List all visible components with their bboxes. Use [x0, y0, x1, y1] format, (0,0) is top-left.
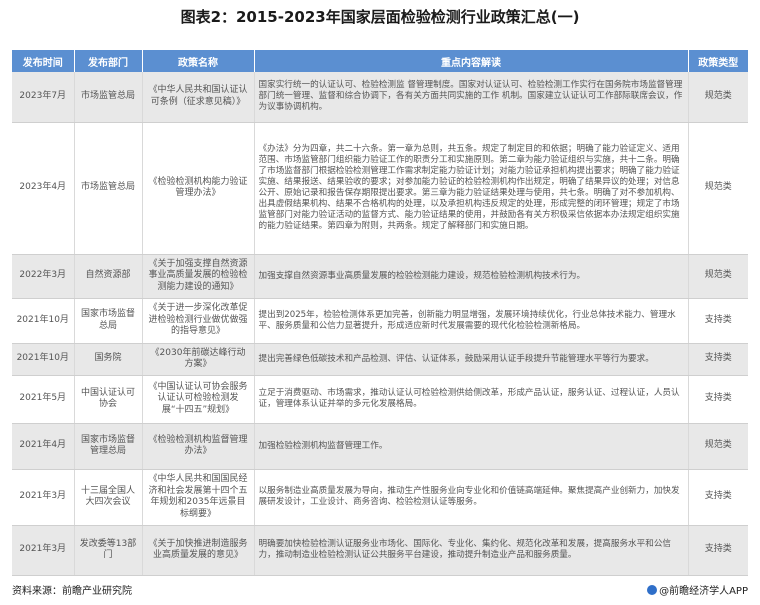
- column-header-content: 重点内容解读: [254, 50, 689, 72]
- table-row: 2023年4月 市场监管总局 《检验检测机构能力验证管理办法》 《办法》分为四章…: [12, 122, 748, 255]
- cell-date: 2021年10月: [12, 343, 75, 376]
- cell-type: 支持类: [688, 343, 748, 376]
- cell-date: 2023年4月: [12, 122, 75, 255]
- cell-dept: 十三届全国人大四次会议: [74, 469, 143, 526]
- cell-content: 以服务制造业高质量发展为导向，推动生产性服务业向专业化和价值链高端延伸。聚焦提高…: [254, 469, 689, 526]
- policy-table: 发布时间 发布部门 政策名称 重点内容解读 政策类型 2023年7月 市场监管总…: [12, 50, 748, 576]
- cell-content: 提出到2025年，检验检测体系更加完善，创新能力明显增强，发展环境持续优化，行业…: [254, 298, 689, 344]
- cell-content: 加强支撑自然资源事业高质量发展的检验检测能力建设，规范检验检测机构技术行为。: [254, 254, 689, 299]
- cell-dept: 自然资源部: [74, 254, 143, 299]
- cell-type: 规范类: [688, 122, 748, 255]
- cell-dept: 市场监管总局: [74, 72, 143, 123]
- cell-date: 2022年3月: [12, 254, 75, 299]
- cell-type: 支持类: [688, 525, 748, 576]
- cell-content: 明确要加快检验检测认证服务业市场化、国际化、专业化、集约化、规范化改革和发展，提…: [254, 525, 689, 576]
- cell-policy-name: 《中华人民共和国国民经济和社会发展第十四个五年规划和2035年远景目标纲要》: [142, 469, 255, 526]
- column-header-type: 政策类型: [688, 50, 748, 72]
- table-row: 2021年5月 中国认证认可协会 《中国认证认可协会服务认证认可检验检测发展“十…: [12, 375, 748, 424]
- cell-content: 加强检验检测机构监督管理工作。: [254, 423, 689, 470]
- app-credit: @前瞻经济学人APP: [647, 582, 748, 597]
- cell-date: 2021年5月: [12, 375, 75, 424]
- column-header-name: 政策名称: [142, 50, 255, 72]
- column-header-dept: 发布部门: [74, 50, 143, 72]
- app-credit-text: @前瞻经济学人APP: [659, 586, 748, 597]
- cell-content: 国家实行统一的认证认可、检验检测监 督管理制度。国家对认证认可、检验检测工作实行…: [254, 72, 689, 123]
- cell-dept: 国家市场监督总局: [74, 298, 143, 344]
- cell-type: 支持类: [688, 298, 748, 344]
- brand-logo-icon: [647, 585, 658, 595]
- cell-type: 规范类: [688, 254, 748, 299]
- cell-policy-name: 《检验检测机构能力验证管理办法》: [142, 122, 255, 255]
- cell-policy-name: 《中国认证认可协会服务认证认可检验检测发展“十四五”规划》: [142, 375, 255, 424]
- table-header-row: 发布时间 发布部门 政策名称 重点内容解读 政策类型: [12, 50, 748, 72]
- source-note: 资料来源：前瞻产业研究院: [12, 586, 132, 597]
- cell-dept: 发改委等13部门: [74, 525, 143, 576]
- cell-date: 2021年3月: [12, 525, 75, 576]
- cell-dept: 市场监管总局: [74, 122, 143, 255]
- cell-type: 规范类: [688, 423, 748, 470]
- cell-date: 2021年10月: [12, 298, 75, 344]
- table-row: 2021年10月 国务院 《2030年前碳达峰行动方案》 提出完善绿色低碳技术和…: [12, 343, 748, 376]
- cell-date: 2021年3月: [12, 469, 75, 526]
- cell-date: 2021年4月: [12, 423, 75, 470]
- cell-content: 立足于消费驱动、市场需求，推动认证认可检验检测供给侧改革，形成产品认证，服务认证…: [254, 375, 689, 424]
- table-row: 2021年4月 国家市场监督管理总局 《检验检测机构监督管理办法》 加强检验检测…: [12, 423, 748, 470]
- cell-dept: 中国认证认可协会: [74, 375, 143, 424]
- cell-policy-name: 《检验检测机构监督管理办法》: [142, 423, 255, 470]
- table-row: 2021年10月 国家市场监督总局 《关于进一步深化改革促进检验检测行业做优做强…: [12, 298, 748, 344]
- page-title: 图表2：2015-2023年国家层面检验检测行业政策汇总(一): [180, 8, 580, 26]
- cell-policy-name: 《关于进一步深化改革促进检验检测行业做优做强的指导意见》: [142, 298, 255, 344]
- cell-policy-name: 《2030年前碳达峰行动方案》: [142, 343, 255, 376]
- cell-dept: 国家市场监督管理总局: [74, 423, 143, 470]
- cell-type: 支持类: [688, 375, 748, 424]
- cell-policy-name: 《中华人民共和国认证认可条例（征求意见稿）》: [142, 72, 255, 123]
- cell-type: 支持类: [688, 469, 748, 526]
- cell-content: 《办法》分为四章，共二十六条。第一章为总则，共五条。规定了制定目的和依据；明确了…: [254, 122, 689, 255]
- cell-policy-name: 《关于加强支撑自然资源事业高质量发展的检验检测能力建设的通知》: [142, 254, 255, 299]
- cell-date: 2023年7月: [12, 72, 75, 123]
- cell-dept: 国务院: [74, 343, 143, 376]
- table-row: 2023年7月 市场监管总局 《中华人民共和国认证认可条例（征求意见稿）》 国家…: [12, 72, 748, 123]
- table-row: 2022年3月 自然资源部 《关于加强支撑自然资源事业高质量发展的检验检测能力建…: [12, 254, 748, 299]
- column-header-date: 发布时间: [12, 50, 75, 72]
- table-row: 2021年3月 发改委等13部门 《关于加快推进制造服务业高质量发展的意见》 明…: [12, 525, 748, 576]
- cell-type: 规范类: [688, 72, 748, 123]
- cell-content: 提出完善绿色低碳技术和产品检测、评估、认证体系，鼓励采用认证手段提升节能管理水平…: [254, 343, 689, 376]
- table-row: 2021年3月 十三届全国人大四次会议 《中华人民共和国国民经济和社会发展第十四…: [12, 469, 748, 526]
- policy-table-container: 发布时间 发布部门 政策名称 重点内容解读 政策类型 2023年7月 市场监管总…: [12, 50, 748, 576]
- cell-policy-name: 《关于加快推进制造服务业高质量发展的意见》: [142, 525, 255, 576]
